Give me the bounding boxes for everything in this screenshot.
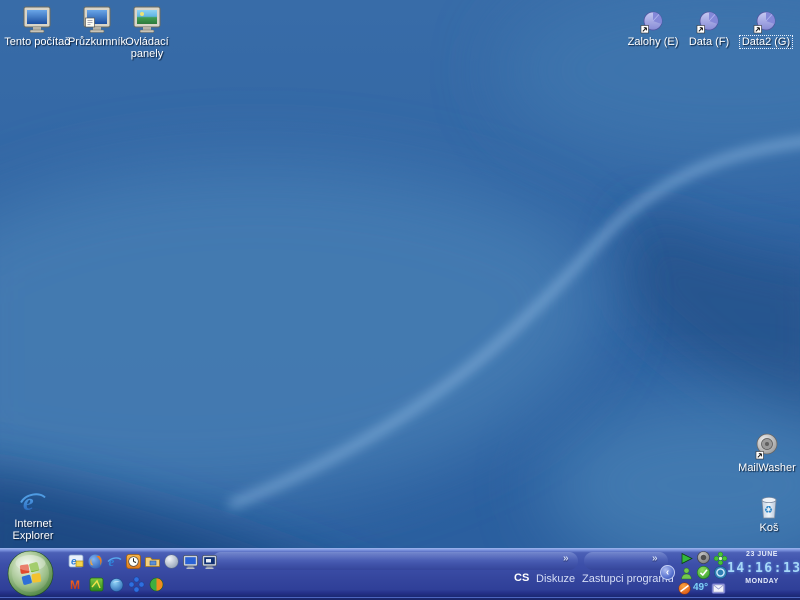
desktop-icon-label: Koš bbox=[759, 522, 779, 534]
desktop-icon-ovladaci-panely[interactable]: Ovládací panely bbox=[116, 4, 178, 60]
desktop-icon-data2-g[interactable]: Data2 (G) bbox=[736, 4, 796, 49]
svg-text:e: e bbox=[109, 554, 115, 569]
multicolor-app-icon[interactable] bbox=[148, 576, 165, 593]
desktop-icon-label: MailWasher bbox=[738, 462, 796, 474]
recycle-symbol-glyph: ♻ bbox=[764, 505, 773, 516]
gem-app-icon[interactable] bbox=[108, 576, 125, 593]
teal-ring-icon[interactable] bbox=[713, 565, 728, 580]
desktop-icon-label: Data2 (G) bbox=[738, 35, 794, 49]
green-app-icon[interactable] bbox=[88, 576, 105, 593]
clock-app-icon[interactable] bbox=[125, 553, 142, 570]
display-monitor-icon[interactable] bbox=[182, 553, 199, 570]
desktop-icon-label: Zalohy (E) bbox=[627, 36, 679, 48]
taskbar-bottom-line bbox=[0, 597, 800, 598]
desktop-icon-label: Internet Explorer bbox=[12, 518, 54, 542]
svg-text:M: M bbox=[70, 578, 80, 592]
mail-envelope-icon[interactable] bbox=[711, 581, 726, 596]
desktop: Tento počítač Průzkumník Ovládací panely… bbox=[0, 0, 800, 600]
internet-explorer-quicklaunch-icon[interactable]: e bbox=[106, 553, 123, 570]
tray-collapse-button[interactable]: ‹ bbox=[660, 565, 675, 580]
green-flower-icon[interactable] bbox=[713, 551, 728, 566]
play-icon[interactable] bbox=[679, 551, 694, 566]
language-indicator[interactable]: CS bbox=[514, 572, 529, 584]
desktop-icon-data-f[interactable]: Data (F) bbox=[680, 4, 738, 48]
blue-flower-app-icon[interactable] bbox=[128, 576, 145, 593]
desktop-icon-mailwasher[interactable]: MailWasher bbox=[735, 430, 799, 474]
desktop-icon-tento-pocitac[interactable]: Tento počítač bbox=[2, 4, 72, 48]
taskbar: e e M » » CS Diskuze Zastupci programu ‹… bbox=[0, 548, 800, 600]
firefox-icon[interactable] bbox=[87, 553, 104, 570]
disk-pie-shortcut-icon bbox=[696, 4, 722, 34]
toolbar-overflow-chevron-diskuze[interactable]: » bbox=[563, 553, 569, 564]
desktop-icon-label: Data (F) bbox=[688, 36, 730, 48]
control-panel-monitor-icon bbox=[132, 4, 162, 34]
show-desktop-icon[interactable] bbox=[201, 553, 218, 570]
computer-monitor-icon bbox=[22, 4, 52, 34]
toolbar-title-diskuze[interactable]: Diskuze bbox=[536, 573, 575, 585]
toolbar-diskuze-band bbox=[212, 552, 578, 570]
mailwasher-shortcut-icon bbox=[755, 430, 779, 460]
toolbar-overflow-chevron-zastupci[interactable]: » bbox=[652, 553, 658, 564]
disk-pie-shortcut-icon bbox=[753, 4, 779, 34]
volume-knob-icon[interactable] bbox=[696, 550, 711, 565]
start-button[interactable] bbox=[7, 550, 54, 597]
desktop-icon-zalohy-e[interactable]: Zalohy (E) bbox=[622, 4, 684, 48]
temperature-reading[interactable]: 49° bbox=[693, 582, 708, 593]
messenger-person-icon[interactable] bbox=[679, 566, 694, 581]
desktop-wallpaper bbox=[0, 0, 800, 600]
clock-date: 23 JUNE bbox=[746, 551, 778, 558]
internet-explorer-icon: e bbox=[19, 486, 47, 516]
antivirus-check-icon[interactable] bbox=[696, 565, 711, 580]
desktop-icon-label: Ovládací panely bbox=[125, 36, 169, 60]
desktop-icon-label: Tento počítač bbox=[4, 36, 70, 48]
media-folder-icon[interactable] bbox=[144, 553, 161, 570]
outlook-express-icon[interactable]: e bbox=[68, 553, 85, 570]
taskbar-clock[interactable]: 23 JUNE 14:16:13 MONDAY bbox=[727, 551, 800, 597]
desktop-icon-internet-explorer[interactable]: e Internet Explorer bbox=[4, 486, 62, 542]
sphere-app-icon[interactable] bbox=[163, 553, 180, 570]
recycle-bin-icon: ♻ bbox=[758, 490, 780, 520]
clock-day: MONDAY bbox=[745, 578, 779, 585]
desktop-icon-recycle-bin[interactable]: ♻ Koš bbox=[742, 490, 796, 534]
flame-app-icon[interactable]: M bbox=[68, 576, 85, 593]
disk-pie-shortcut-icon bbox=[640, 4, 666, 34]
clock-time: 14:16:13 bbox=[727, 561, 800, 576]
comet-icon[interactable] bbox=[677, 581, 692, 596]
explorer-monitor-icon bbox=[82, 4, 112, 34]
